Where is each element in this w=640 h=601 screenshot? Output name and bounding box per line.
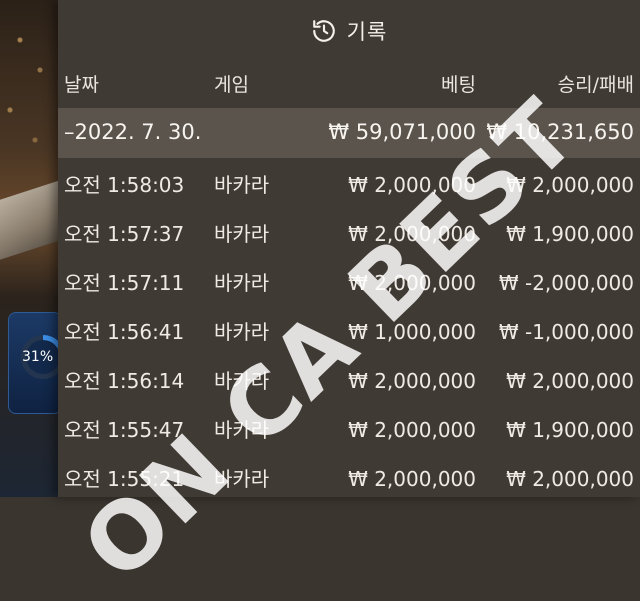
column-header-bet[interactable]: 베팅: [441, 76, 476, 95]
summary-date: –2022. 7. 30.: [64, 120, 202, 144]
column-header-game[interactable]: 게임: [214, 76, 249, 95]
history-row[interactable]: 오전 1:58:03 바카라 ₩ 2,000,000 ₩ 2,000,000: [58, 158, 640, 207]
summary-win-loss-total: ₩ 10,231,650: [486, 120, 634, 144]
history-row[interactable]: 오전 1:57:37 바카라 ₩ 2,000,000 ₩ 1,900,000: [58, 207, 640, 256]
row-result: ₩ 2,000,000: [506, 369, 634, 393]
row-bet: ₩ 2,000,000: [348, 271, 476, 295]
row-result: ₩ 1,900,000: [506, 418, 634, 442]
row-bet: ₩ 2,000,000: [348, 369, 476, 393]
row-bet: ₩ 2,000,000: [348, 222, 476, 246]
row-game: 바카라: [214, 271, 270, 295]
row-bet: ₩ 2,000,000: [348, 467, 476, 491]
row-bet: ₩ 2,000,000: [348, 418, 476, 442]
date-summary-row[interactable]: –2022. 7. 30. ₩ 59,071,000 ₩ 10,231,650: [58, 108, 640, 158]
row-time: 오전 1:58:03: [64, 173, 185, 197]
row-game: 바카라: [214, 320, 270, 344]
row-result: ₩ -2,000,000: [498, 271, 634, 295]
column-header-date[interactable]: 날짜: [64, 76, 99, 95]
row-result: ₩ 1,900,000: [506, 222, 634, 246]
row-time: 오전 1:56:14: [64, 369, 185, 393]
history-list: 오전 1:58:03 바카라 ₩ 2,000,000 ₩ 2,000,000 오…: [58, 158, 640, 501]
summary-bet-total: ₩ 59,071,000: [328, 120, 476, 144]
row-time: 오전 1:57:37: [64, 222, 185, 246]
row-time: 오전 1:57:11: [64, 271, 185, 295]
row-game: 바카라: [214, 369, 270, 393]
history-row[interactable]: 오전 1:55:47 바카라 ₩ 2,000,000 ₩ 1,900,000: [58, 403, 640, 452]
column-header-win-loss[interactable]: 승리/패배: [558, 76, 634, 95]
row-bet: ₩ 2,000,000: [348, 173, 476, 197]
progress-percent: 31%: [22, 349, 54, 365]
row-time: 오전 1:56:41: [64, 320, 185, 344]
row-result: ₩ 2,000,000: [506, 173, 634, 197]
row-bet: ₩ 1,000,000: [348, 320, 476, 344]
history-row[interactable]: 오전 1:56:14 바카라 ₩ 2,000,000 ₩ 2,000,000: [58, 354, 640, 403]
history-row[interactable]: 오전 1:56:41 바카라 ₩ 1,000,000 ₩ -1,000,000: [58, 305, 640, 354]
panel-header: 기록: [58, 0, 640, 62]
row-game: 바카라: [214, 418, 270, 442]
history-row[interactable]: 오전 1:55:21 바카라 ₩ 2,000,000 ₩ 2,000,000: [58, 452, 640, 501]
row-time: 오전 1:55:47: [64, 418, 185, 442]
row-result: ₩ -1,000,000: [498, 320, 634, 344]
column-headers: 날짜 게임 베팅 승리/패배: [58, 62, 640, 108]
row-game: 바카라: [214, 173, 270, 197]
row-game: 바카라: [214, 467, 270, 491]
row-result: ₩ 2,000,000: [506, 467, 634, 491]
row-time: 오전 1:55:21: [64, 467, 185, 491]
panel-title: 기록: [346, 20, 388, 44]
row-game: 바카라: [214, 222, 270, 246]
history-icon: [311, 18, 337, 44]
history-panel: 기록 날짜 게임 베팅 승리/패배 –2022. 7. 30. ₩ 59,071…: [58, 0, 640, 497]
history-row[interactable]: 오전 1:57:11 바카라 ₩ 2,000,000 ₩ -2,000,000: [58, 256, 640, 305]
